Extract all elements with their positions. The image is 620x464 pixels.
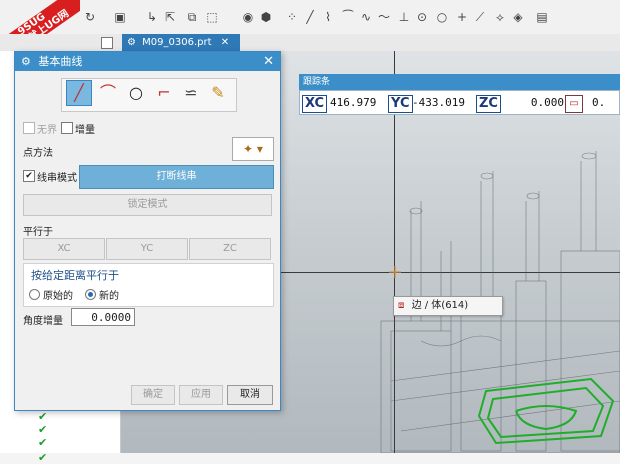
shade-icon[interactable]: ◉: [240, 9, 256, 25]
yc-value-field[interactable]: -433.019: [412, 95, 476, 111]
main-toolbar: ↻ ▣ ↳ ⇱ ⧉ ⬚ ◉ ⬢ ⁘ ╱ ⌇ ⁀ ∿ ～ ⊥ ⊙ ○ + ⟋ ⟡ …: [0, 0, 620, 35]
point-method-dropdown[interactable]: ✦ ▾: [232, 137, 274, 161]
lock-mode-button[interactable]: 锁定模式: [23, 194, 272, 216]
tracking-bar-title: 跟踪条: [299, 74, 620, 90]
apply-button[interactable]: 应用: [179, 385, 223, 405]
trim-icon[interactable]: ⋍: [178, 80, 204, 106]
original-radio[interactable]: [29, 289, 40, 300]
extra-value-field[interactable]: 0.: [592, 95, 616, 111]
point-icon[interactable]: ⊥: [396, 9, 412, 25]
plus-icon[interactable]: +: [454, 9, 470, 25]
new-label: 新的: [99, 291, 119, 302]
layer-icon[interactable]: ▤: [534, 9, 550, 25]
circle-icon[interactable]: ○: [123, 80, 149, 106]
point-method-label: 点方法: [23, 148, 53, 159]
xc-label: XC: [302, 95, 328, 113]
yc-button[interactable]: YC: [106, 238, 188, 260]
dialog-title-bar: ⚙ 基本曲线 ✕: [15, 52, 280, 71]
xc-button[interactable]: XC: [23, 238, 105, 260]
string-mode-checkbox[interactable]: ✔: [23, 170, 35, 182]
length-angle-icon[interactable]: ▭: [565, 95, 583, 113]
cancel-button[interactable]: 取消: [227, 385, 273, 405]
original-label: 原始的: [43, 291, 73, 302]
document-tab[interactable]: ⚙ M09_0306.prt ✕: [122, 34, 240, 51]
polyline-icon[interactable]: ⌇: [320, 9, 336, 25]
edit-curve-params-icon[interactable]: ✎: [205, 80, 231, 106]
tab-close-icon[interactable]: ✕: [221, 37, 229, 48]
new-radio[interactable]: [85, 289, 96, 300]
zc-value-field[interactable]: 0.000: [522, 95, 564, 111]
tooltip-text: 边 / 体(614): [411, 300, 469, 311]
solid-icon[interactable]: ◈: [510, 9, 526, 25]
pointer-icon[interactable]: ⇱: [162, 9, 178, 25]
part-file-icon: ⚙: [127, 37, 136, 48]
close-icon[interactable]: ✕: [263, 52, 274, 71]
tracking-bar: XC 416.979 YC -433.019 ZC 0.000 ▭ 0.: [299, 90, 620, 115]
arc-icon[interactable]: ⌒: [95, 80, 121, 106]
yc-label: YC: [388, 95, 413, 113]
parallel-to-label: 平行于: [23, 227, 53, 238]
parallel-distance-heading: 按给定距离平行于: [31, 269, 119, 282]
increment-checkbox[interactable]: [61, 122, 73, 134]
cube-icon[interactable]: ⬢: [258, 9, 274, 25]
cube-selection-icon: ⧈: [398, 300, 405, 311]
tab-close-icon[interactable]: [101, 37, 113, 49]
curve-icon[interactable]: ～: [376, 9, 392, 25]
xc-value-field[interactable]: 416.979: [330, 95, 388, 111]
measure-icon[interactable]: ⟡: [492, 9, 508, 25]
line-icon[interactable]: ╱: [66, 80, 92, 106]
circle-small-icon[interactable]: ○: [434, 9, 450, 25]
line-icon[interactable]: ╱: [302, 9, 318, 25]
grid-icon[interactable]: ⁘: [284, 9, 300, 25]
dialog-title: 基本曲线: [38, 55, 83, 68]
checkmark-icon[interactable]: ✔: [38, 437, 50, 449]
angle-increment-label: 角度增量: [23, 316, 63, 327]
copy-icon[interactable]: ⧉: [184, 9, 200, 25]
document-tab-label: M09_0306.prt: [142, 37, 212, 48]
arc-icon[interactable]: ⁀: [340, 9, 356, 25]
zc-button[interactable]: ZC: [189, 238, 271, 260]
circle-icon[interactable]: ⊙: [414, 9, 430, 25]
rectangle-select-icon[interactable]: ⬚: [204, 9, 220, 25]
snap-icon[interactable]: ↻: [82, 9, 98, 25]
zc-label: ZC: [476, 95, 501, 113]
infinite-checkbox[interactable]: [23, 122, 35, 134]
select-filter-icon[interactable]: ▣: [112, 9, 128, 25]
slash-icon[interactable]: ⟋: [472, 9, 488, 25]
selection-tooltip: ⧈ 边 / 体(614): [393, 296, 503, 316]
infinite-label: 无界: [37, 125, 57, 136]
ok-button[interactable]: 确定: [131, 385, 175, 405]
dialog-icon: ⚙: [21, 55, 31, 68]
string-mode-label: 线串模式: [37, 173, 77, 184]
checkmark-icon[interactable]: ✔: [38, 452, 50, 464]
fillet-icon[interactable]: ⌐: [151, 80, 177, 106]
spline-icon[interactable]: ∿: [358, 9, 374, 25]
checkmark-icon[interactable]: ✔: [38, 411, 50, 423]
move-icon[interactable]: ↳: [144, 9, 160, 25]
document-tab-bar: [0, 34, 620, 52]
checkmark-icon[interactable]: ✔: [38, 424, 50, 436]
increment-label: 增量: [75, 125, 95, 136]
basic-curves-dialog: ⚙ 基本曲线 ✕ ╱ ⌒ ○ ⌐ ⋍ ✎ 无界 增量 点方法 ✦ ▾ ✔ 线串模…: [14, 51, 281, 411]
break-string-button[interactable]: 打断线串: [79, 165, 274, 189]
angle-increment-input[interactable]: 0.0000: [71, 308, 135, 326]
